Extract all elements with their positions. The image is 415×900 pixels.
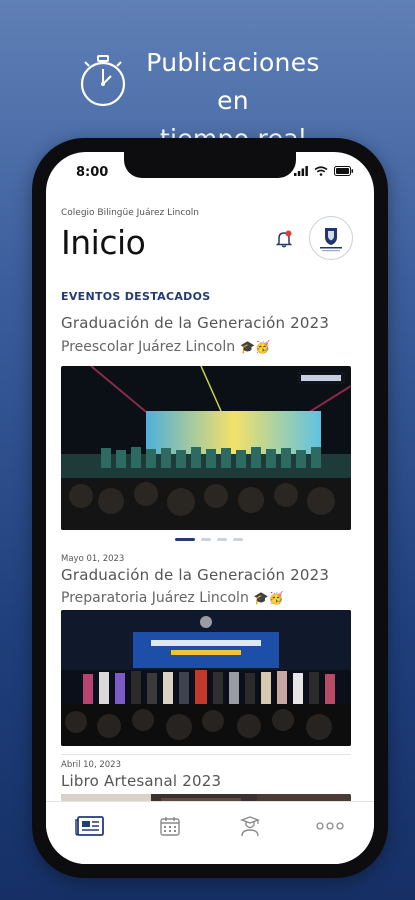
phone-screen: 8:00 Colegio Bilingüe Juárez Lincoln Ini… — [46, 152, 374, 864]
promo-banner: Publicaciones en tiempo real — [0, 44, 415, 153]
status-time: 8:00 — [76, 165, 109, 180]
featured-post-emoji: 🎓🥳 — [240, 340, 271, 354]
wifi-icon — [314, 166, 328, 176]
tab-graduate[interactable] — [230, 812, 270, 840]
stopwatch-icon — [80, 55, 126, 107]
school-name: Colegio Bilingüe Juárez Lincoln — [61, 208, 199, 218]
school-crest-icon — [320, 228, 342, 252]
post-title[interactable]: Libro Artesanal 2023 — [61, 772, 221, 790]
graduation-stage-image — [61, 366, 351, 530]
post-subtitle-row: Preparatoria Juárez Lincoln 🎓🥳 — [61, 587, 284, 606]
post-date: Mayo 01, 2023 — [61, 554, 125, 564]
signal-icon — [294, 166, 308, 176]
post-emoji: 🎓🥳 — [253, 591, 284, 605]
notifications-bell-icon[interactable] — [273, 228, 295, 250]
battery-icon — [334, 166, 354, 176]
carousel-dot-active[interactable] — [175, 538, 195, 541]
newspaper-icon — [75, 816, 104, 836]
tab-more[interactable] — [310, 812, 350, 840]
status-icons — [294, 166, 354, 176]
carousel-dot[interactable] — [233, 538, 243, 541]
post-subtitle: Preparatoria Juárez Lincoln — [61, 590, 249, 606]
graduation-ceremony-image — [61, 610, 351, 746]
carousel-dot[interactable] — [201, 538, 211, 541]
phone-notch — [124, 152, 296, 178]
bottom-tab-bar — [46, 801, 374, 864]
section-label-featured: EVENTOS DESTACADOS — [61, 290, 211, 303]
post-date: Abril 10, 2023 — [61, 760, 121, 770]
promo-line-1: Publicaciones en — [146, 48, 320, 115]
more-icon — [316, 822, 344, 830]
featured-post-photo[interactable] — [61, 366, 351, 530]
tab-news[interactable] — [70, 812, 110, 840]
carousel-dot[interactable] — [217, 538, 227, 541]
post-photo[interactable] — [61, 610, 351, 746]
school-logo[interactable] — [309, 216, 353, 260]
phone-frame: 8:00 Colegio Bilingüe Juárez Lincoln Ini… — [32, 138, 388, 878]
featured-post-subtitle: Preescolar Juárez Lincoln — [61, 339, 236, 355]
tab-calendar[interactable] — [150, 812, 190, 840]
graduate-icon — [240, 816, 260, 837]
post-divider — [61, 754, 351, 755]
post-title[interactable]: Graduación de la Generación 2023 — [61, 566, 329, 584]
calendar-icon — [160, 817, 180, 836]
page-title: Inicio — [61, 223, 146, 262]
carousel-indicator[interactable] — [175, 538, 243, 541]
featured-post-title[interactable]: Graduación de la Generación 2023 — [61, 314, 329, 332]
featured-post-subtitle-row: Preescolar Juárez Lincoln 🎓🥳 — [61, 336, 270, 355]
